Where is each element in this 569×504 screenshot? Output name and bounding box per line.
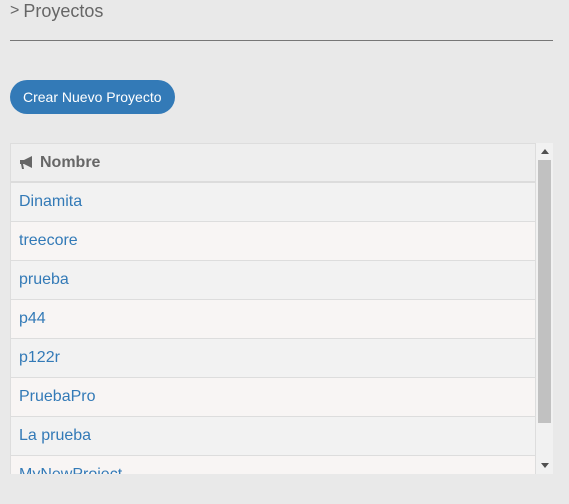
project-link[interactable]: treecore — [19, 232, 78, 250]
page-title: > Proyectos — [10, 0, 103, 22]
project-link[interactable]: p44 — [19, 310, 46, 328]
project-link[interactable]: prueba — [19, 271, 69, 289]
project-link[interactable]: MyNewProject — [19, 466, 122, 474]
column-header-name: Nombre — [40, 153, 101, 171]
arrow-up-icon[interactable] — [536, 143, 553, 160]
page-title-text: Proyectos — [23, 1, 104, 21]
create-project-button[interactable]: Crear Nuevo Proyecto — [10, 80, 175, 114]
bullhorn-icon — [20, 155, 32, 169]
project-link[interactable]: La prueba — [19, 427, 91, 445]
table-scrollbar[interactable] — [536, 143, 553, 474]
chevron-right-icon: > — [10, 2, 20, 19]
project-link[interactable]: Dinamita — [19, 193, 82, 211]
scrollbar-thumb[interactable] — [538, 160, 551, 423]
projects-table-container: Nombre Dinamita treecore prueba p44 p122… — [10, 143, 553, 474]
section-header: > Proyectos — [10, 0, 553, 41]
projects-table: Nombre Dinamita treecore prueba p44 p122… — [10, 143, 536, 474]
project-link[interactable]: p122r — [19, 349, 60, 367]
table-row: treecore — [11, 222, 535, 261]
table-row: prueba — [11, 261, 535, 300]
project-link[interactable]: PruebaPro — [19, 388, 96, 406]
table-row: p44 — [11, 300, 535, 339]
arrow-down-icon[interactable] — [536, 457, 553, 474]
table-row: PruebaPro — [11, 378, 535, 417]
table-row: Dinamita — [11, 183, 535, 222]
table-row: MyNewProject — [11, 456, 535, 474]
table-row: p122r — [11, 339, 535, 378]
table-header[interactable]: Nombre — [11, 144, 535, 183]
table-row: La prueba — [11, 417, 535, 456]
